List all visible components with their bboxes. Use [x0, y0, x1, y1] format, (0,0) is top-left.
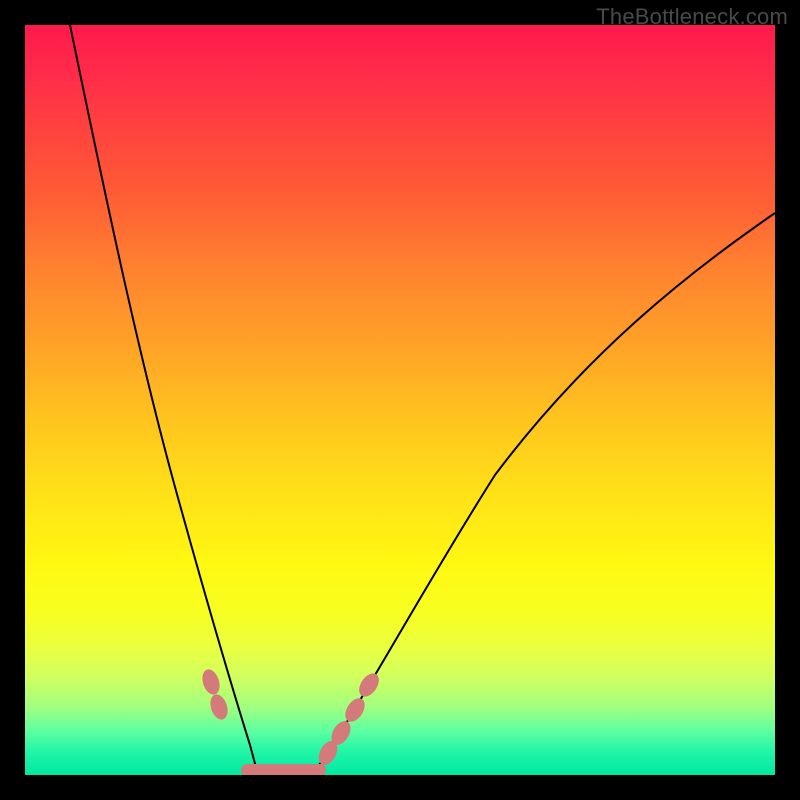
- marker-left-2: [207, 692, 230, 722]
- watermark-text: TheBottleneck.com: [596, 4, 788, 30]
- right-curve: [315, 213, 775, 771]
- chart-frame: TheBottleneck.com: [0, 0, 800, 800]
- marker-right-4: [355, 670, 383, 701]
- plot-area: [25, 25, 775, 775]
- marker-left-1: [199, 667, 222, 697]
- curve-layer: [25, 25, 775, 775]
- left-curve: [70, 25, 257, 771]
- marker-right-3: [341, 695, 368, 726]
